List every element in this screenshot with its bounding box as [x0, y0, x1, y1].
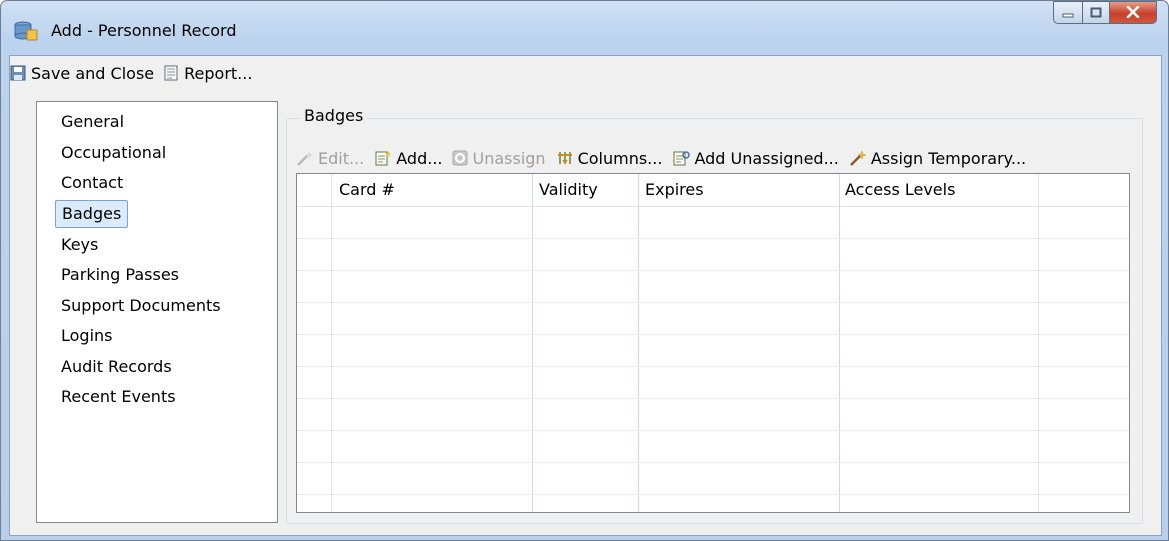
- add-unassigned-icon: [673, 151, 691, 166]
- save-and-close-label: Save and Close: [31, 63, 155, 83]
- save-and-close-button[interactable]: Save and Close: [10, 64, 154, 83]
- minimize-icon: [1062, 4, 1074, 22]
- save-icon: [10, 65, 26, 81]
- window-title: Add - Personnel Record: [51, 21, 237, 40]
- table-row-line: [297, 270, 1129, 271]
- nav-item-keys[interactable]: Keys: [55, 231, 104, 259]
- unassign-label: Unassign: [472, 148, 546, 168]
- nav-item-occupational[interactable]: Occupational: [55, 139, 172, 167]
- report-label: Report...: [184, 63, 253, 83]
- add-label: Add...: [396, 148, 443, 168]
- nav-item-badges[interactable]: Badges: [55, 200, 129, 228]
- badges-group-title: Badges: [300, 106, 368, 125]
- database-icon: [14, 21, 38, 41]
- dialog-content: Save and Close Report... General Occupat…: [9, 55, 1162, 536]
- nav-item-contact[interactable]: Contact: [55, 169, 129, 197]
- title-bar[interactable]: Add - Personnel Record: [1, 1, 1168, 55]
- table-header: Card # Validity Expires Access Levels: [297, 174, 1129, 207]
- assign-temporary-label: Assign Temporary...: [870, 148, 1027, 168]
- edit-label: Edit...: [318, 148, 365, 168]
- table-row-line: [297, 366, 1129, 367]
- maximize-button[interactable]: [1082, 1, 1110, 24]
- report-button[interactable]: Report...: [163, 64, 252, 83]
- badges-table[interactable]: Card # Validity Expires Access Levels: [296, 173, 1130, 513]
- table-row-line: [297, 398, 1129, 399]
- nav-item-logins[interactable]: Logins: [55, 322, 119, 350]
- nav-item-recent-events[interactable]: Recent Events: [55, 383, 182, 411]
- table-row-line: [297, 494, 1129, 495]
- table-row-line: [297, 302, 1129, 303]
- columns-icon: [557, 152, 572, 165]
- add-unassigned-label: Add Unassigned...: [694, 148, 839, 168]
- unassign-button[interactable]: Unassign: [452, 148, 546, 168]
- main-toolbar: Save and Close Report...: [10, 61, 261, 85]
- column-header-validity[interactable]: Validity: [531, 174, 637, 206]
- column-header-access-levels[interactable]: Access Levels: [837, 174, 1037, 206]
- assign-temporary-button[interactable]: Assign Temporary...: [849, 149, 1026, 168]
- window-controls: [1053, 1, 1157, 25]
- add-document-icon: [375, 151, 392, 166]
- column-header-expires[interactable]: Expires: [637, 174, 837, 206]
- table-row-line: [297, 430, 1129, 431]
- close-icon: [1126, 4, 1140, 22]
- badges-toolbar: Edit... Add... Unassign Columns... Add U…: [296, 146, 1036, 170]
- nav-item-support-documents[interactable]: Support Documents: [55, 292, 227, 320]
- add-button[interactable]: Add...: [374, 149, 442, 168]
- report-icon: [164, 65, 178, 81]
- columns-button[interactable]: Columns...: [556, 148, 663, 168]
- add-unassigned-button[interactable]: Add Unassigned...: [672, 148, 839, 168]
- table-row-line: [297, 334, 1129, 335]
- table-row-line: [297, 238, 1129, 239]
- maximize-icon: [1090, 4, 1102, 22]
- edit-button[interactable]: Edit...: [296, 149, 364, 168]
- columns-label: Columns...: [577, 148, 663, 168]
- magic-wand-icon: [849, 150, 867, 166]
- application-window: Add - Personnel Record Save and Close Re…: [0, 0, 1169, 541]
- table-row-line: [297, 462, 1129, 463]
- close-button[interactable]: [1110, 1, 1157, 24]
- nav-item-general[interactable]: General: [55, 108, 130, 136]
- minimize-button[interactable]: [1053, 1, 1082, 24]
- nav-item-parking-passes[interactable]: Parking Passes: [55, 261, 185, 289]
- nav-item-audit-records[interactable]: Audit Records: [55, 353, 178, 381]
- section-nav-list: General Occupational Contact Badges Keys…: [36, 101, 278, 523]
- wand-icon: [297, 151, 313, 166]
- unassign-icon: [452, 150, 468, 166]
- column-header-card[interactable]: Card #: [331, 174, 531, 206]
